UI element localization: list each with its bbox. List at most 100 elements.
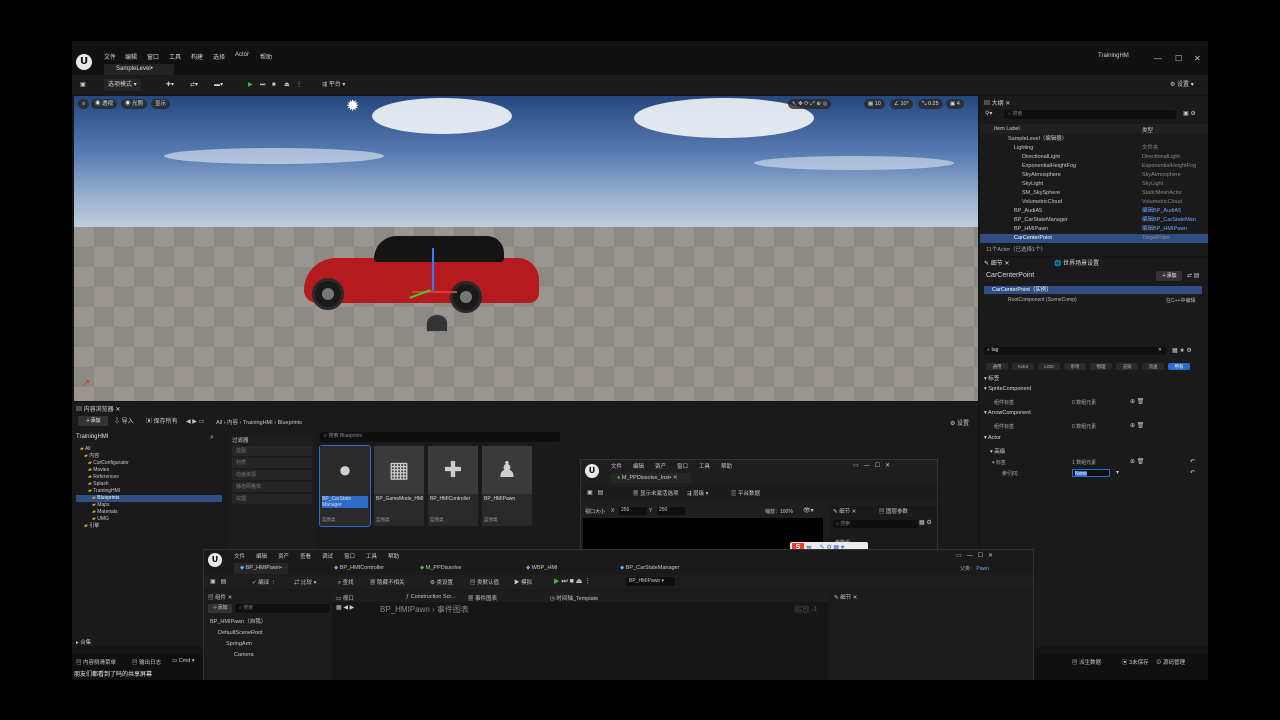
window-controls[interactable]: ▭ — ☐ ✕ [853,462,890,469]
tree-folder[interactable]: ▰ Maps [76,502,222,509]
perspective-button[interactable]: ◉ 透视 [91,99,118,109]
material-menu-item[interactable]: 帮助 [721,462,732,470]
details-tab[interactable]: ✎ 细节 ✕ [984,258,1009,267]
blueprint-menu-item[interactable]: 窗口 [344,552,355,560]
section-actor[interactable]: ▾ Actor [984,435,1001,441]
history-icons[interactable]: ◀ ▶ ▭ [186,418,204,425]
content-drawer-button[interactable]: ▤ 内容侧滑菜单 [76,658,116,666]
tree-folder[interactable]: ▰ Blueprints [76,495,222,502]
show-inherited-button[interactable]: ▦ 显示未激活选项 [633,489,679,497]
tree-folder[interactable]: ▰ Splash [76,481,222,488]
viewport-x-input[interactable]: 250 [619,507,647,515]
simulate-button[interactable]: ▶ 模拟 [514,578,532,586]
blueprint-doc-tab[interactable]: ◆ M_PPDissolve [414,563,468,574]
reset-icon[interactable]: ↶ [1190,469,1195,476]
blueprint-details-tab[interactable]: ✎ 细节 ✕ [834,593,857,601]
unreal-logo-icon[interactable]: U [76,54,92,70]
tree-folder[interactable]: ▰ Materials [76,509,222,516]
section-arrow[interactable]: ▾ ArrowComponent [984,410,1031,416]
gizmo-z-axis[interactable] [432,248,434,293]
material-search[interactable]: ⌕ 搜索 [833,520,918,528]
platform-dropdown[interactable]: ⇶ 平台 ▾ [322,79,345,91]
transform-tools[interactable]: ↖ ✥ ⟳ ⤢ ⊕ ◎ [788,99,832,109]
reset-icon[interactable]: ↶ [1190,458,1195,465]
diff-button[interactable]: ⇄ 比较 ▾ [294,578,316,586]
component-search[interactable]: ⌕ 搜索 [236,604,329,613]
outliner-row[interactable]: SampleLevel（编辑器） [980,135,1208,144]
menu-select[interactable]: 选择 [213,52,225,61]
menu-build[interactable]: 构建 [191,52,203,61]
outliner-row[interactable]: SkyAtmosphere SkyAtmosphere [980,171,1208,180]
lit-button[interactable]: ◉ 光照 [121,99,148,109]
edit-cpp-link[interactable]: 在C++中编辑 [1166,297,1195,304]
outliner-row[interactable]: BP_AudiA5 编辑BP_AudiA5 [980,207,1208,216]
filter-chip-3[interactable]: 杂项 [1064,363,1086,370]
viewport-tab[interactable]: ▭ 视口 [336,594,354,602]
show-button[interactable]: 显示 [151,99,171,109]
event-graph-tab[interactable]: ▦ 事件图表 [468,594,497,602]
blueprint-options-icon[interactable]: ⇄ ▤ [1187,272,1199,279]
scale-snap[interactable]: ⤡ 0.25 [918,99,943,109]
outliner-row[interactable]: BP_CarStateManager 编辑BP_CarStateMan [980,216,1208,225]
tag-dropdown-icon[interactable]: ▾ [1116,469,1119,476]
blueprint-menu-item[interactable]: 工具 [366,552,377,560]
tag-value-input[interactable]: None [1072,469,1110,477]
clear-icon[interactable]: ✕ [1158,347,1166,353]
compile-button[interactable]: ✔ 编译 ⋮ [252,578,276,586]
blueprint-doc-tab[interactable]: ◆ BP_HMIController [328,563,390,574]
add-button[interactable]: ＋添加 [78,416,108,426]
filter-chip-6[interactable]: 流送 [1142,363,1164,370]
menu-help[interactable]: 帮助 [260,52,272,61]
view-options-icons[interactable]: ▦ ⚙ [919,519,932,526]
import-button[interactable]: ⇩ 导入 [114,416,134,428]
material-menu-item[interactable]: 资产 [655,462,666,470]
tree-folder[interactable]: ▰ CarConfigurator [76,460,222,467]
component-row[interactable]: DefaultSceneRoot [204,629,263,638]
next-frame-icon[interactable]: ⏭ [260,79,265,91]
view-options-icons[interactable]: ▦ ★ ⚙ [1172,347,1192,354]
hide-unrelated-button[interactable]: ▦ 隐藏不相关 [370,578,405,586]
add-component-button[interactable]: ＋添加 [208,604,232,613]
outliner-row[interactable]: Lighting 文件夹 [980,144,1208,153]
tree-folder[interactable]: ▰ UMG [76,516,222,523]
menu-window[interactable]: 窗口 [147,52,159,61]
blueprint-doc-tab[interactable]: ◆ WBP_HMI [520,563,563,574]
content-settings-button[interactable]: ⚙ 设置 [950,418,969,427]
class-defaults-button[interactable]: ▤ 类默认值 [470,578,499,586]
graph-nav-icons[interactable]: ▦ ◀ ▶ [336,604,354,611]
blueprint-menu-item[interactable]: 帮助 [388,552,399,560]
blueprint-doc-tab[interactable]: ◆ BP_HMIPawn• [234,563,288,574]
save-icon[interactable]: ▣ ▤ [587,489,603,496]
tree-folder[interactable]: ▰ 内容 [76,453,222,460]
layer-params-tab[interactable]: ▤ 图层参数 [879,507,908,515]
menu-edit[interactable]: 编辑 [125,52,137,61]
blueprint-menu-item[interactable]: 资产 [278,552,289,560]
construction-tab[interactable]: ƒ Construction Scr... [406,594,456,600]
add-element-icon[interactable]: ⊕ 🗑 [1130,458,1144,465]
content-browser-tab[interactable]: ▤ 内容浏览器 ✕ [76,404,120,413]
filter-chip-0[interactable]: 通用 [986,363,1008,370]
material-menu-item[interactable]: 窗口 [677,462,688,470]
outliner-row[interactable]: CarCenterPoint TargetPoint [980,234,1208,243]
output-log-button[interactable]: ▤ 输出日志 [132,658,161,666]
tree-folder[interactable]: ▰ References [76,474,222,481]
platform-stats-button[interactable]: ▥ 平台数据 [731,489,760,497]
cmd-button[interactable]: ▭ Cmd ▾ [172,658,195,664]
asset-card[interactable]: ♟ BP_HMIPawn 蓝图类 [482,446,532,526]
play-icon[interactable]: ▶ [248,79,253,91]
minimize-icon[interactable]: — [1154,54,1162,63]
add-element-icon[interactable]: ⊕ 🗑 [1130,422,1144,429]
eye-icon[interactable]: 👁▾ [803,507,814,514]
menu-actor[interactable]: Actor [235,52,249,58]
more-icon[interactable]: ⋮ [296,79,302,91]
outliner-row[interactable]: SkyLight SkyLight [980,180,1208,189]
blueprint-menu-item[interactable]: 文件 [234,552,245,560]
outliner-search[interactable]: ⌕ 搜索 [1004,110,1176,119]
window-controls[interactable]: ▭ — ☐ ✕ [956,552,993,559]
filter-item[interactable]: 材质 [232,458,312,468]
eject-icon[interactable]: ⏏ [284,79,290,91]
save-all-button[interactable]: ▣ 保存所有 [146,416,178,428]
outliner-tab[interactable]: ▤ 大纲 ✕ [984,98,1010,107]
filter-icon[interactable]: ⚲▾ [985,110,992,117]
filter-chip-5[interactable]: 渲染 [1116,363,1138,370]
